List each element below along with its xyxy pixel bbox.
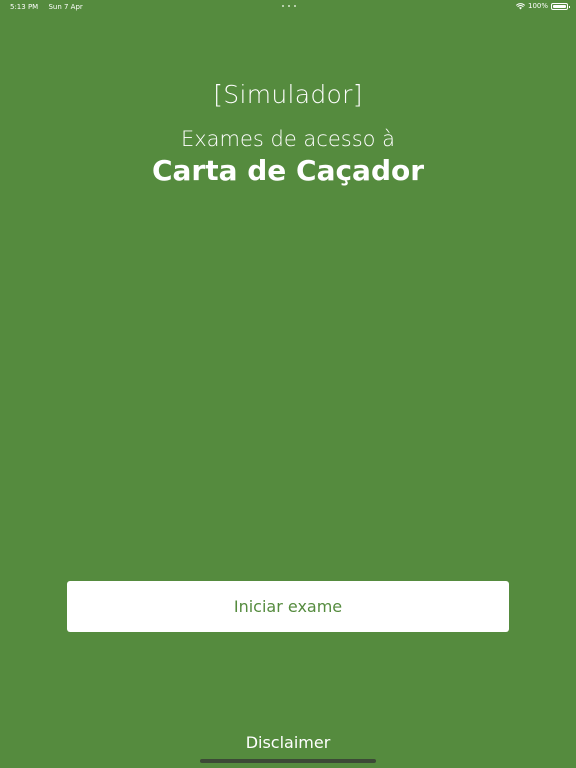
- status-indicators: 100%: [516, 2, 570, 10]
- multitasking-dots-icon: [282, 5, 296, 8]
- start-exam-button[interactable]: Iniciar exame: [67, 581, 509, 632]
- battery-percentage: 100%: [527, 2, 548, 10]
- status-time: 5:13 PM: [10, 3, 39, 11]
- page-subtitle: Exames de acesso à: [180, 127, 396, 151]
- battery-icon: [551, 2, 570, 10]
- status-time-date: 5:13 PM Sun 7 Apr: [10, 3, 83, 11]
- page-title: Carta de Caçador: [151, 154, 425, 187]
- status-bar: 5:13 PM Sun 7 Apr 100%: [0, 0, 576, 14]
- app-mode-label: [Simulador]: [213, 80, 363, 109]
- disclaimer-link[interactable]: Disclaimer: [0, 733, 576, 752]
- wifi-icon: [516, 2, 525, 9]
- home-indicator[interactable]: [200, 759, 376, 763]
- status-date: Sun 7 Apr: [48, 3, 83, 11]
